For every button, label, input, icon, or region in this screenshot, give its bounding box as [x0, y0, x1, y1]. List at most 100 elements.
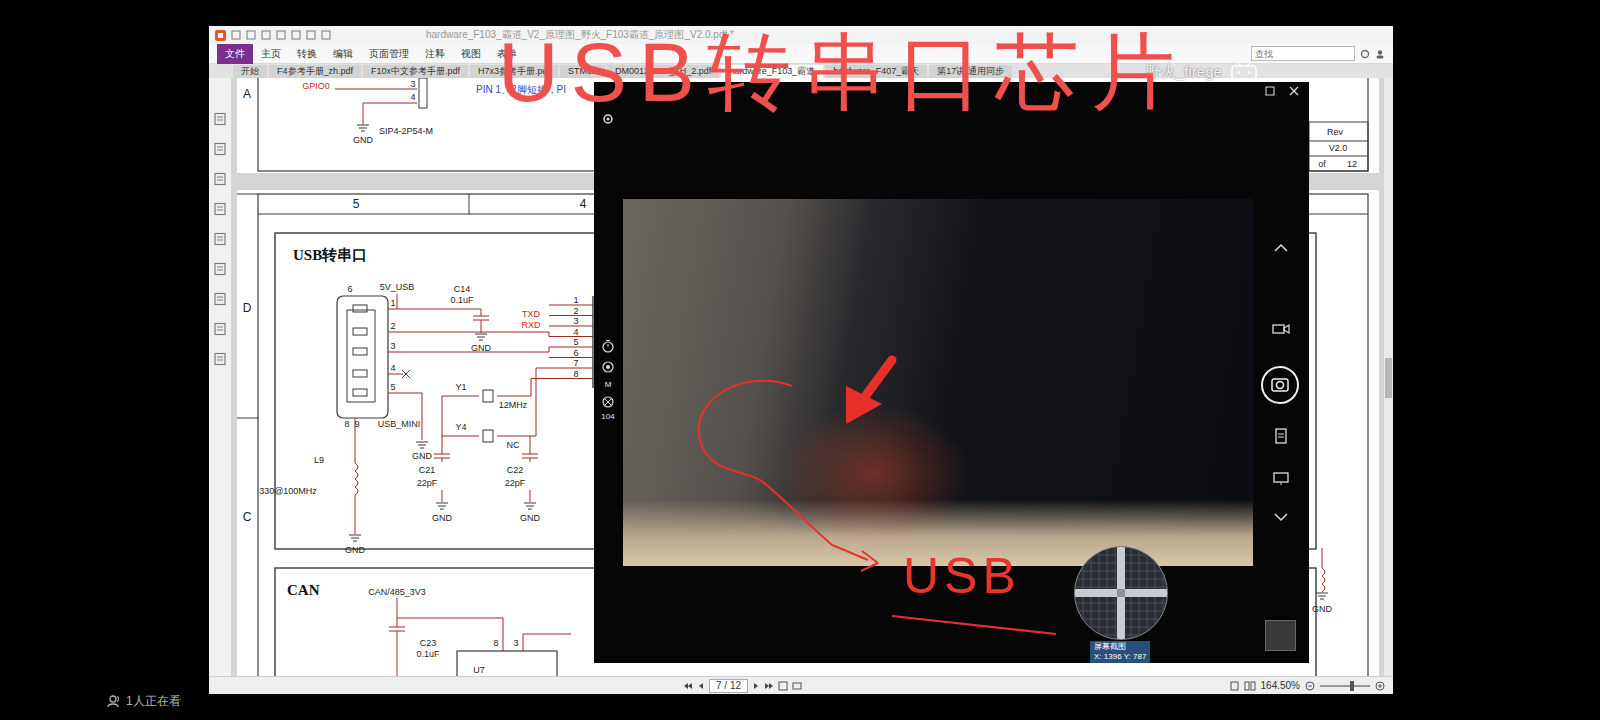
settings-icon[interactable]: [1360, 49, 1370, 59]
viewer-count: 1人正在看: [107, 694, 181, 708]
zoom-level[interactable]: 164.50%: [1261, 680, 1300, 691]
last-page-icon[interactable]: [764, 681, 774, 691]
shutter-icon[interactable]: [1260, 365, 1300, 405]
page-icon[interactable]: [213, 112, 227, 126]
pin-number: 4: [390, 363, 395, 373]
zoom-in-icon[interactable]: [1375, 681, 1385, 691]
screenshot-tooltip: 屏幕截图X: 1396 Y: 787: [1090, 641, 1150, 663]
user-icon[interactable]: [1375, 49, 1385, 59]
pin-number: 9: [354, 419, 359, 429]
zoom-out-icon[interactable]: [1305, 681, 1315, 691]
part-label: Rev: [1327, 127, 1343, 137]
layers-icon[interactable]: [213, 172, 227, 186]
people-icon: [107, 694, 121, 708]
menu-item[interactable]: 注释: [417, 44, 453, 64]
cursor-icon[interactable]: [321, 30, 331, 40]
document-tab[interactable]: F10x中文参考手册.pdf: [363, 65, 468, 78]
section-title: CAN: [287, 581, 320, 599]
close-icon[interactable]: [1289, 86, 1299, 96]
next-page-icon[interactable]: [752, 681, 760, 691]
part-label: GND: [353, 135, 373, 145]
prev-page-icon[interactable]: [697, 681, 705, 691]
pin-number: 6: [573, 348, 578, 358]
video-icon[interactable]: [1272, 322, 1290, 336]
pin-number: 8: [493, 638, 498, 648]
pin-number: 3: [513, 638, 518, 648]
save-icon[interactable]: [246, 30, 256, 40]
bookmark-icon[interactable]: [213, 142, 227, 156]
menu-item[interactable]: 页面管理: [361, 44, 417, 64]
menu-item[interactable]: 视图: [453, 44, 489, 64]
attachment-icon[interactable]: [213, 232, 227, 246]
part-label: C14: [454, 284, 471, 294]
zoom-controls: 164.50%: [1230, 680, 1385, 691]
side-panel: [209, 78, 231, 676]
menu-item[interactable]: 主页: [253, 44, 289, 64]
menu-item[interactable]: 文件: [217, 44, 253, 64]
part-label: C21: [419, 465, 436, 475]
first-page-icon[interactable]: [683, 681, 693, 691]
whiteboard-icon[interactable]: [1273, 472, 1289, 486]
scrollbar[interactable]: [1384, 78, 1393, 676]
signature-icon[interactable]: [213, 262, 227, 276]
part-label: 330@100MHz: [259, 486, 317, 496]
copy-icon[interactable]: [276, 30, 286, 40]
handwritten-annotation: USB: [903, 548, 1021, 604]
menu-item[interactable]: 编辑: [325, 44, 361, 64]
row-label: C: [243, 510, 252, 524]
tools-icon[interactable]: [213, 352, 227, 366]
redo-icon[interactable]: [306, 30, 316, 40]
chevron-down-icon[interactable]: [1273, 510, 1289, 524]
net-label: TXD: [522, 309, 540, 319]
thumbnail-icon[interactable]: [213, 322, 227, 336]
scrollbar-thumb[interactable]: [1385, 358, 1392, 398]
fit-icon[interactable]: [792, 681, 802, 691]
lock-icon[interactable]: [213, 292, 227, 306]
page-field[interactable]: 7 / 12: [709, 679, 748, 693]
single-page-icon[interactable]: [1230, 681, 1239, 691]
bilibili-logo-icon: [1230, 62, 1258, 80]
pin-number: 3: [573, 316, 578, 326]
zoom-slider[interactable]: [1320, 685, 1370, 687]
print-icon[interactable]: [261, 30, 271, 40]
view-mode-icon[interactable]: [778, 681, 788, 691]
comment-icon[interactable]: [213, 202, 227, 216]
part-label: CAN/485_3V3: [368, 587, 426, 597]
part-label: U7: [473, 665, 485, 675]
part-label: C23: [420, 638, 437, 648]
part-label: V2.0: [1329, 143, 1348, 153]
part-label: L9: [314, 455, 324, 465]
search-area: [1251, 46, 1393, 61]
search-field[interactable]: [1251, 46, 1355, 61]
part-label: SIP4-2P54-M: [379, 126, 433, 136]
document-scan-icon[interactable]: [1274, 428, 1288, 444]
net-label: GPIO0: [302, 81, 330, 91]
pin-number: 5: [390, 382, 395, 392]
document-tab[interactable]: F4参考手册_zh.pdf: [269, 65, 361, 78]
photo-count: 104: [601, 412, 614, 421]
part-label: C22: [507, 465, 524, 475]
maximize-icon[interactable]: [1265, 86, 1275, 96]
part-label: 12: [1347, 159, 1357, 169]
pin-number: 4: [573, 327, 578, 337]
part-label: USB_MINI: [378, 419, 421, 429]
pin-number: 8: [344, 419, 349, 429]
open-icon[interactable]: [231, 30, 241, 40]
iso-icon[interactable]: [601, 395, 615, 409]
part-label: 0.1uF: [450, 295, 473, 305]
part-label: GND: [1312, 604, 1332, 614]
exposure-icon[interactable]: [601, 360, 615, 374]
undo-icon[interactable]: [291, 30, 301, 40]
gallery-thumbnail-icon[interactable]: [1265, 620, 1296, 651]
timer-icon[interactable]: [601, 339, 615, 353]
part-label: GND: [432, 513, 452, 523]
pin-number: 5: [573, 337, 578, 347]
camera-mode[interactable]: M: [605, 380, 612, 389]
menu-item[interactable]: 转换: [289, 44, 325, 64]
pin-number: 3: [410, 79, 415, 89]
part-label: Y4: [455, 422, 466, 432]
chevron-up-icon[interactable]: [1273, 241, 1289, 255]
two-page-icon[interactable]: [1244, 681, 1256, 691]
document-tab[interactable]: 开始: [233, 65, 267, 78]
zoom-slider-knob[interactable]: [1350, 681, 1354, 691]
